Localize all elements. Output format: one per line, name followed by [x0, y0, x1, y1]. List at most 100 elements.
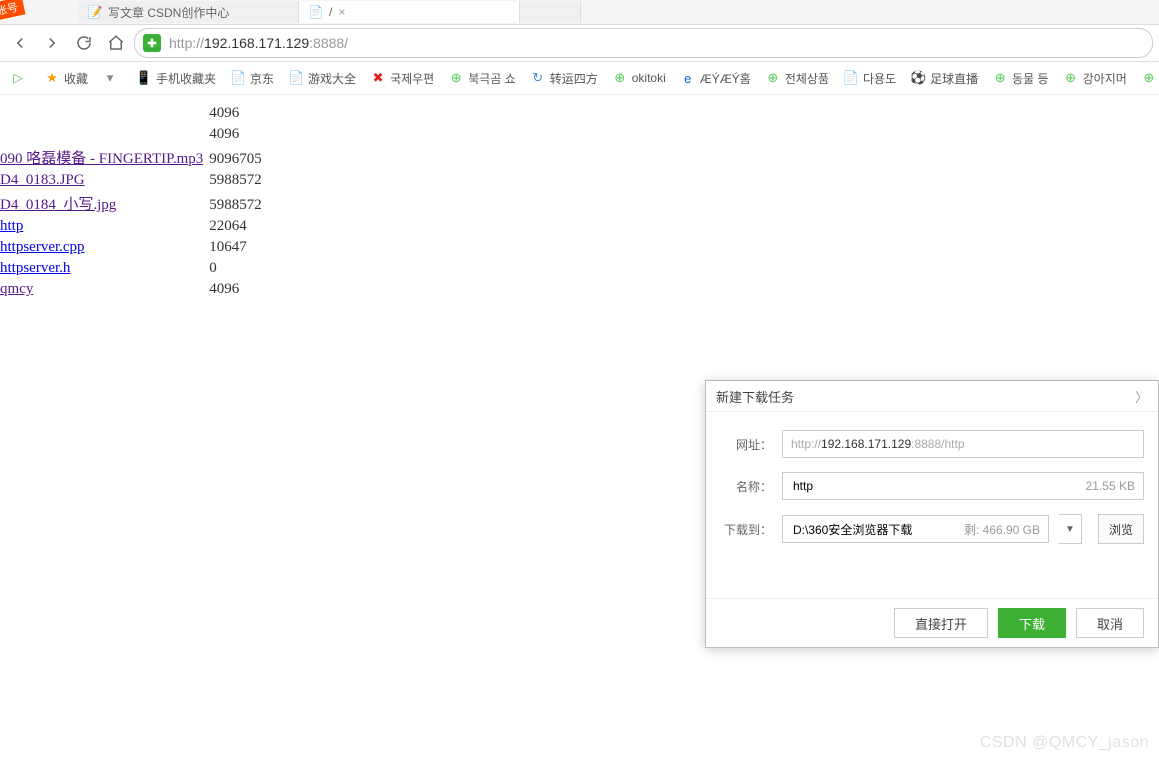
- bookmark-label: 북극곰 쇼: [468, 70, 516, 87]
- bookmark-label: 전체상품: [785, 70, 829, 87]
- tab-close-icon[interactable]: ×: [338, 5, 345, 19]
- url-label: 网址：: [720, 436, 772, 453]
- table-row: 4096: [0, 103, 268, 124]
- tab-label: 写文章 CSDN创作中心: [108, 4, 229, 21]
- bookmark-icon: ⊕: [448, 70, 464, 86]
- url-bar[interactable]: ✚ http://192.168.171.129:8888/: [134, 28, 1153, 58]
- bookmark-icon: ⊕: [765, 70, 781, 86]
- download-url-field[interactable]: http://192.168.171.129:8888/http: [782, 430, 1144, 458]
- bookmark-item[interactable]: ▾: [96, 70, 128, 86]
- file-link[interactable]: http: [0, 218, 23, 234]
- disk-remaining: 剩: 466.90 GB: [964, 521, 1040, 538]
- bookmark-item[interactable]: eÆÝÆÝ홈: [674, 70, 757, 87]
- bookmark-label: 手机收藏夹: [156, 70, 216, 87]
- tab-icon: [530, 5, 544, 19]
- page-content: 40964096 090 咯磊模备 - FINGERTIP.mp3 9096705 D…: [0, 95, 1159, 300]
- table-row: 090 咯磊模备 - FINGERTIP.mp3 9096705: [0, 145, 268, 170]
- table-row: D4_0184_小写.jpg 5988572: [0, 191, 268, 216]
- nav-home-button[interactable]: [102, 29, 130, 57]
- bookmark-label: 转运四方: [550, 70, 598, 87]
- file-size: 5988572: [209, 170, 268, 191]
- bookmark-item[interactable]: ⊕동물 등: [986, 70, 1054, 87]
- download-path-field[interactable]: 剩: 466.90 GB: [782, 515, 1049, 543]
- path-dropdown-button[interactable]: ▼: [1059, 514, 1082, 544]
- dialog-titlebar: 新建下载任务 〉: [706, 381, 1158, 412]
- bookmark-icon: ⊕: [612, 70, 628, 86]
- file-size: 4096: [209, 103, 268, 124]
- download-dialog: 新建下载任务 〉 网址： http://192.168.171.129:8888…: [705, 380, 1159, 648]
- file-size: 10647: [209, 237, 268, 258]
- bookmark-icon: ★: [44, 70, 60, 86]
- bookmark-item[interactable]: ⊕주차번: [1135, 70, 1159, 87]
- file-link[interactable]: D4_0184_小写.jpg: [0, 197, 116, 213]
- download-size: 21.55 KB: [1086, 479, 1135, 493]
- bookmark-icon: ▾: [102, 70, 118, 86]
- close-icon[interactable]: 〉: [1135, 387, 1148, 406]
- bookmark-item[interactable]: 📱手机收藏夹: [130, 70, 222, 87]
- bookmark-item[interactable]: 📄다용도: [837, 70, 902, 87]
- file-link[interactable]: D4_0183.JPG: [0, 172, 85, 188]
- url-text: http://192.168.171.129:8888/: [169, 35, 348, 51]
- bookmark-icon: 📄: [288, 70, 304, 86]
- bookmark-item[interactable]: ↻转运四方: [524, 70, 604, 87]
- bookmark-item[interactable]: 📄游戏大全: [282, 70, 362, 87]
- bookmark-item[interactable]: ⚽足球直播: [904, 70, 984, 87]
- bookmark-icon: 📱: [136, 70, 152, 86]
- file-size: 0: [209, 258, 268, 279]
- cancel-button[interactable]: 取消: [1076, 608, 1144, 638]
- bookmark-icon: ⚽: [910, 70, 926, 86]
- bookmark-item[interactable]: ⊕ okitoki: [606, 70, 672, 86]
- browse-button[interactable]: 浏览: [1098, 514, 1144, 544]
- tab-icon: 📝: [88, 5, 102, 19]
- file-size: 5988572: [209, 191, 268, 216]
- bookmark-icon: e: [680, 70, 696, 86]
- file-listing-table: 40964096 090 咯磊模备 - FINGERTIP.mp3 9096705 D…: [0, 103, 268, 300]
- bookmark-icon: 📄: [230, 70, 246, 86]
- nav-forward-button[interactable]: [38, 29, 66, 57]
- dialog-title: 新建下载任务: [716, 387, 794, 406]
- download-path-input[interactable]: [791, 521, 964, 537]
- bookmark-item[interactable]: ▷: [4, 70, 36, 86]
- bookmark-icon: ▷: [10, 70, 26, 86]
- bookmark-icon: ⊕: [1141, 70, 1157, 86]
- open-directly-button[interactable]: 直接打开: [894, 608, 988, 638]
- bookmark-label: ÆÝÆÝ홈: [700, 70, 751, 87]
- bookmark-label: 국제우편: [390, 70, 434, 87]
- browser-tab[interactable]: 📝 写文章 CSDN创作中心: [78, 1, 299, 23]
- bookmark-item[interactable]: ⊕강아지머: [1057, 70, 1133, 87]
- bookmark-icon: ↻: [530, 70, 546, 86]
- bookmark-item[interactable]: 📄京东: [224, 70, 280, 87]
- watermark: CSDN @QMCY_jason: [980, 734, 1149, 752]
- download-name-input[interactable]: [791, 478, 1086, 494]
- file-size: 9096705: [209, 145, 268, 170]
- bookmark-item[interactable]: ✖국제우편: [364, 70, 440, 87]
- table-row: http 22064: [0, 216, 268, 237]
- shield-icon: ✚: [143, 34, 161, 52]
- file-link[interactable]: httpserver.cpp: [0, 239, 85, 255]
- bookmark-label: 收藏: [64, 70, 88, 87]
- table-row: httpserver.cpp 10647: [0, 237, 268, 258]
- bookmark-label: 足球直播: [930, 70, 978, 87]
- file-link[interactable]: 090 咯磊模备 - FINGERTIP.mp3: [0, 151, 203, 167]
- bookmark-label: 京东: [250, 70, 274, 87]
- bookmark-label: 동물 등: [1012, 70, 1048, 87]
- download-button[interactable]: 下载: [998, 608, 1066, 638]
- file-link[interactable]: httpserver.h: [0, 260, 70, 276]
- download-name-field[interactable]: 21.55 KB: [782, 472, 1144, 500]
- file-size: 22064: [209, 216, 268, 237]
- table-row: qmcy4096: [0, 279, 268, 300]
- bookmark-label: okitoki: [632, 71, 666, 85]
- bookmark-item[interactable]: ⊕북극곰 쇼: [442, 70, 522, 87]
- browser-tab[interactable]: 📄/×: [299, 1, 520, 23]
- name-label: 名称：: [720, 478, 772, 495]
- bookmark-bar: ▷★收藏▾📱手机收藏夹📄京东📄游戏大全✖국제우편⊕북극곰 쇼↻转运四方⊕okit…: [0, 62, 1159, 95]
- file-size: 4096: [209, 124, 268, 145]
- browser-nav-bar: ✚ http://192.168.171.129:8888/: [0, 25, 1159, 62]
- nav-back-button[interactable]: [6, 29, 34, 57]
- bookmark-icon: 📄: [843, 70, 859, 86]
- bookmark-item[interactable]: ⊕전체상품: [759, 70, 835, 87]
- browser-tab[interactable]: [520, 1, 581, 23]
- nav-refresh-button[interactable]: [70, 29, 98, 57]
- file-link[interactable]: qmcy: [0, 281, 33, 297]
- bookmark-item[interactable]: ★收藏: [38, 70, 94, 87]
